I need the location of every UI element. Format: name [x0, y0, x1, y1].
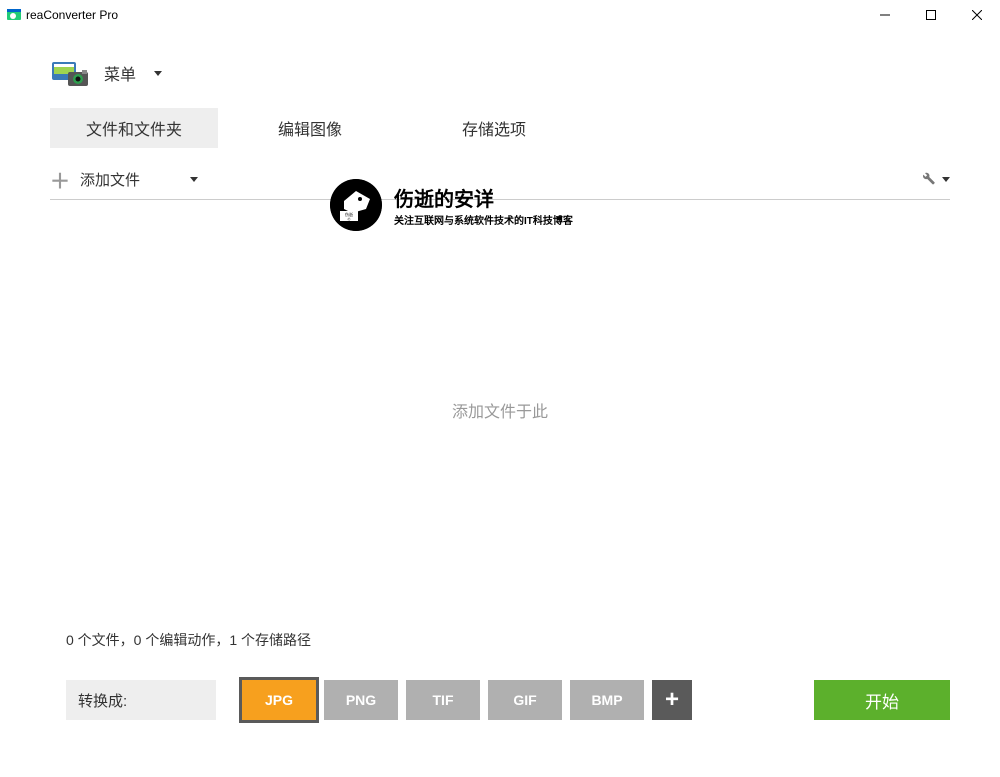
tab-label: 编辑图像 [278, 116, 342, 140]
tab-save-options[interactable]: 存储选项 [402, 108, 586, 148]
tab-edit-image[interactable]: 编辑图像 [218, 108, 402, 148]
drop-hint-text: 添加文件于此 [452, 398, 548, 422]
watermark-text: 伤逝的安详 关注互联网与系统软件技术的IT科技博客 [394, 183, 573, 227]
add-format-button[interactable]: + [652, 680, 692, 720]
watermark-logo-icon: 伤逝 の [330, 179, 382, 231]
watermark-title: 伤逝的安详 [394, 183, 573, 212]
window-title: reaConverter Pro [26, 8, 118, 22]
format-button-png[interactable]: PNG [324, 680, 398, 720]
tab-label: 文件和文件夹 [86, 116, 182, 140]
format-button-gif[interactable]: GIF [488, 680, 562, 720]
wrench-icon [918, 168, 936, 191]
format-label: TIF [433, 692, 454, 708]
svg-text:の: の [347, 217, 350, 221]
menu-button[interactable]: 菜单 [104, 61, 162, 85]
plus-icon: ＋ [50, 165, 70, 194]
format-button-jpg[interactable]: JPG [242, 680, 316, 720]
chevron-down-icon [190, 177, 198, 182]
start-button-label: 开始 [865, 688, 899, 713]
maximize-button[interactable] [908, 0, 954, 30]
tab-label: 存储选项 [462, 116, 526, 140]
format-label: PNG [346, 692, 376, 708]
format-button-tif[interactable]: TIF [406, 680, 480, 720]
add-files-label: 添加文件 [80, 169, 140, 190]
watermark-overlay: 伤逝 の 伤逝的安详 关注互联网与系统软件技术的IT科技博客 [330, 179, 573, 231]
menu-label-text: 菜单 [104, 61, 136, 85]
title-bar: reaConverter Pro [0, 0, 1000, 30]
tab-files-and-folders[interactable]: 文件和文件夹 [50, 108, 218, 148]
format-label: GIF [513, 692, 536, 708]
format-button-bmp[interactable]: BMP [570, 680, 644, 720]
settings-button[interactable] [918, 168, 950, 191]
menu-icon [50, 58, 90, 88]
watermark-subtitle: 关注互联网与系统软件技术的IT科技博客 [394, 212, 573, 227]
app-icon [6, 7, 22, 23]
menu-bar: 菜单 [0, 30, 1000, 108]
plus-icon: + [665, 686, 679, 714]
convert-to-label-text: 转换成: [78, 690, 127, 711]
bottom-bar: 转换成: JPG PNG TIF GIF BMP + 开始 [0, 680, 1000, 720]
add-files-button[interactable]: ＋ 添加文件 [50, 165, 238, 194]
tab-row: 文件和文件夹 编辑图像 存储选项 [0, 108, 1000, 148]
file-drop-area[interactable]: 添加文件于此 [0, 200, 1000, 620]
start-button[interactable]: 开始 [814, 680, 950, 720]
convert-to-label: 转换成: [66, 680, 216, 720]
format-label: BMP [591, 692, 622, 708]
chevron-down-icon [942, 177, 950, 182]
status-text: 0 个文件，0 个编辑动作，1 个存储路径 [0, 620, 1000, 680]
minimize-button[interactable] [862, 0, 908, 30]
chevron-down-icon [154, 71, 162, 76]
format-label: JPG [265, 692, 293, 708]
window-controls [862, 0, 1000, 30]
title-bar-left: reaConverter Pro [6, 7, 118, 23]
close-button[interactable] [954, 0, 1000, 30]
